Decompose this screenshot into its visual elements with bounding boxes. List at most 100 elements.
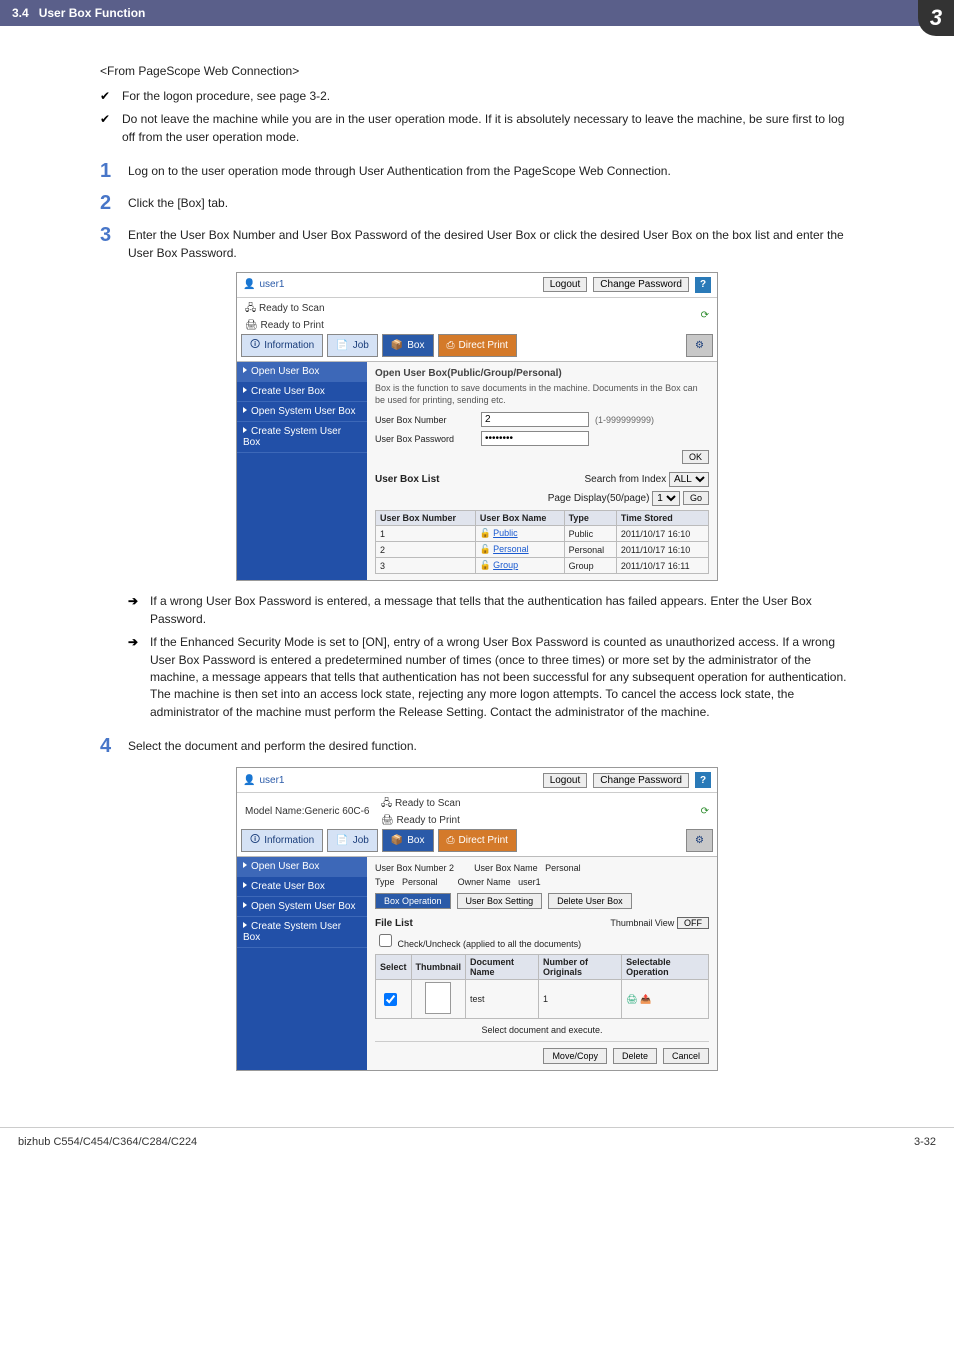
table-row[interactable]: 2 Personal Personal 2011/10/17 16:10 bbox=[376, 542, 709, 558]
box-link-personal[interactable]: Personal bbox=[493, 544, 529, 554]
arrow-note-1: If a wrong User Box Password is entered,… bbox=[128, 593, 854, 628]
table-row[interactable]: 3 Group Group 2011/10/17 16:11 bbox=[376, 558, 709, 574]
check-all-label: Check/Uncheck (applied to all the docume… bbox=[398, 939, 582, 949]
from-subtitle: <From PageScope Web Connection> bbox=[100, 64, 854, 78]
user-name: user1 bbox=[259, 279, 284, 290]
print-status-icon: 🖨 bbox=[381, 815, 394, 826]
step-3-text: Enter the User Box Number and User Box P… bbox=[128, 224, 854, 262]
box-operation-button[interactable]: Box Operation bbox=[375, 893, 451, 909]
pane-note: Box is the function to save documents in… bbox=[375, 383, 709, 406]
print-icon[interactable]: 🖨 bbox=[626, 994, 637, 1004]
col-number-of-originals: Number of Originals bbox=[539, 955, 622, 980]
send-icon[interactable]: 📤 bbox=[640, 994, 651, 1004]
step-3-num: 3 bbox=[100, 224, 128, 246]
sidebar-item-open-user-box[interactable]: Open User Box bbox=[237, 857, 367, 877]
tab-job[interactable]: 📄Job bbox=[327, 829, 378, 852]
change-password-button[interactable]: Change Password bbox=[593, 277, 689, 292]
help-icon[interactable]: ? bbox=[695, 772, 711, 788]
label-user-box-password: User Box Password bbox=[375, 434, 475, 444]
thumbnail-icon bbox=[425, 982, 451, 1014]
tab-direct-print[interactable]: ⎙Direct Print bbox=[438, 829, 517, 852]
col-thumbnail: Thumbnail bbox=[411, 955, 466, 980]
page-display-select[interactable]: 1 bbox=[652, 491, 680, 506]
table-row[interactable]: 1 Public Public 2011/10/17 16:10 bbox=[376, 526, 709, 542]
user-box-setting-button[interactable]: User Box Setting bbox=[457, 893, 543, 909]
type-label: Type bbox=[375, 877, 395, 887]
sidebar-item-create-system-user-box[interactable]: Create System User Box bbox=[237, 917, 367, 948]
col-selectable-operation: Selectable Operation bbox=[622, 955, 709, 980]
select-doc-note: Select document and execute. bbox=[375, 1025, 709, 1035]
print-status-icon: 🖨 bbox=[245, 320, 258, 331]
tab-direct-print[interactable]: ⎙Direct Print bbox=[438, 334, 517, 357]
help-icon[interactable]: ? bbox=[695, 277, 711, 293]
doc-originals: 1 bbox=[539, 980, 622, 1019]
note-machine: Do not leave the machine while you are i… bbox=[100, 111, 854, 146]
doc-name: test bbox=[466, 980, 539, 1019]
screenshot-file-list: 👤 user1 Logout Change Password ? Model Na… bbox=[236, 767, 718, 1071]
sidebar-item-open-system-user-box[interactable]: Open System User Box bbox=[237, 897, 367, 917]
ok-button[interactable]: OK bbox=[682, 450, 709, 464]
model-label: Model Name: bbox=[245, 806, 304, 817]
col-type: Type bbox=[564, 511, 616, 526]
footer-product: bizhub C554/C454/C364/C284/C224 bbox=[18, 1136, 197, 1148]
logout-button[interactable]: Logout bbox=[543, 277, 588, 292]
hint-range: (1-999999999) bbox=[595, 415, 654, 425]
box-link-public[interactable]: Public bbox=[493, 528, 518, 538]
tab-box[interactable]: 📦Box bbox=[382, 334, 434, 357]
input-user-box-password[interactable] bbox=[481, 431, 589, 446]
thumbnail-toggle[interactable]: OFF bbox=[677, 917, 709, 929]
refresh-icon[interactable]: ⟳ bbox=[701, 310, 709, 321]
tab-job[interactable]: 📄Job bbox=[327, 334, 378, 357]
tab-settings[interactable]: ⚙ bbox=[686, 334, 713, 357]
col-time-stored: Time Stored bbox=[616, 511, 708, 526]
tab-information[interactable]: 🛈Information bbox=[241, 829, 323, 852]
check-all-checkbox[interactable] bbox=[379, 934, 392, 947]
label-user-box-number: User Box Number bbox=[375, 415, 475, 425]
delete-button[interactable]: Delete bbox=[613, 1048, 657, 1064]
user-name: user1 bbox=[259, 775, 284, 786]
page-display-label: Page Display(50/page) bbox=[548, 493, 650, 504]
cancel-button[interactable]: Cancel bbox=[663, 1048, 709, 1064]
scan-status-icon: 🖧 bbox=[245, 303, 256, 314]
sidebar-item-create-user-box[interactable]: Create User Box bbox=[237, 877, 367, 897]
sidebar-item-open-user-box[interactable]: Open User Box bbox=[237, 362, 367, 382]
delete-user-box-button[interactable]: Delete User Box bbox=[548, 893, 632, 909]
sidebar-item-create-system-user-box[interactable]: Create System User Box bbox=[237, 422, 367, 453]
logout-button[interactable]: Logout bbox=[543, 773, 588, 788]
user-box-name-value: Personal bbox=[545, 863, 581, 873]
sidebar-item-open-system-user-box[interactable]: Open System User Box bbox=[237, 402, 367, 422]
step-2-num: 2 bbox=[100, 192, 128, 214]
tab-information[interactable]: 🛈Information bbox=[241, 334, 323, 357]
user-icon: 👤 bbox=[243, 775, 255, 786]
print-status: Ready to Print bbox=[260, 320, 323, 331]
move-copy-button[interactable]: Move/Copy bbox=[543, 1048, 607, 1064]
go-button[interactable]: Go bbox=[683, 491, 709, 505]
unlock-icon bbox=[480, 528, 493, 538]
list-title: User Box List bbox=[375, 474, 439, 485]
refresh-icon[interactable]: ⟳ bbox=[701, 806, 709, 817]
input-user-box-number[interactable] bbox=[481, 412, 589, 427]
step-1-num: 1 bbox=[100, 160, 128, 182]
tab-box[interactable]: 📦Box bbox=[382, 829, 434, 852]
owner-label: Owner Name bbox=[458, 877, 511, 887]
col-user-box-name: User Box Name bbox=[475, 511, 564, 526]
box-link-group[interactable]: Group bbox=[493, 560, 518, 570]
sidebar-item-create-user-box[interactable]: Create User Box bbox=[237, 382, 367, 402]
tab-settings[interactable]: ⚙ bbox=[686, 829, 713, 852]
step-2-text: Click the [Box] tab. bbox=[128, 192, 854, 212]
section-title: User Box Function bbox=[39, 6, 146, 20]
user-box-number-value: 2 bbox=[449, 863, 454, 873]
arrow-note-2: If the Enhanced Security Mode is set to … bbox=[128, 634, 854, 721]
scan-status: Ready to Scan bbox=[259, 303, 325, 314]
owner-value: user1 bbox=[518, 877, 541, 887]
unlock-icon bbox=[480, 560, 493, 570]
col-select: Select bbox=[376, 955, 412, 980]
change-password-button[interactable]: Change Password bbox=[593, 773, 689, 788]
row-select-checkbox[interactable] bbox=[384, 993, 397, 1006]
footer-page: 3-32 bbox=[914, 1136, 936, 1148]
section-number: 3.4 bbox=[12, 6, 29, 20]
print-status: Ready to Print bbox=[396, 815, 459, 826]
user-icon: 👤 bbox=[243, 279, 255, 290]
search-from-index-select[interactable]: ALL bbox=[669, 472, 709, 487]
table-row[interactable]: test 1 🖨 📤 bbox=[376, 980, 709, 1019]
